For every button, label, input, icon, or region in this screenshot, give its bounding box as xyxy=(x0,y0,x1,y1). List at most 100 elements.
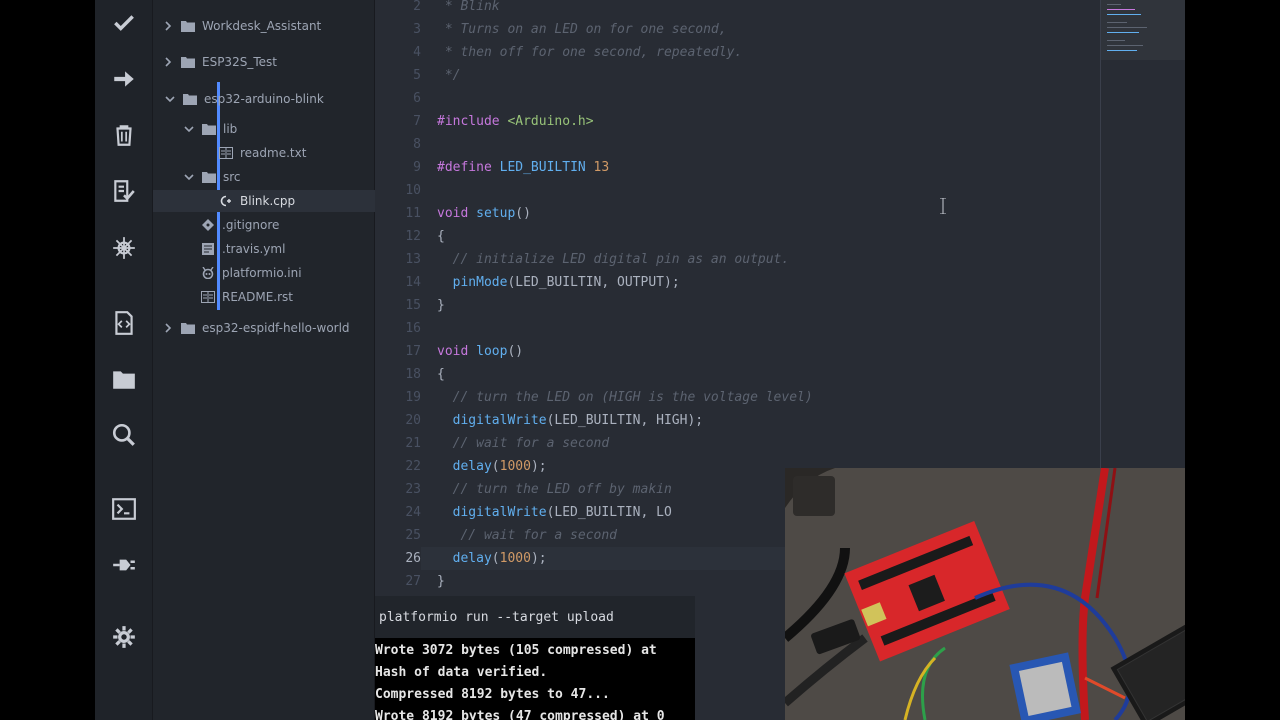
checklist-icon[interactable] xyxy=(109,176,139,206)
code-line[interactable]: { xyxy=(437,363,445,386)
tree-item-label: .gitignore xyxy=(222,218,280,232)
ide-window: Workdesk_Assistant ESP32S_Test esp32-ard… xyxy=(95,0,1185,720)
book-icon xyxy=(201,291,215,303)
chevron-down-icon xyxy=(184,124,194,134)
platformio-icon[interactable] xyxy=(109,233,139,263)
line-number: 9 xyxy=(413,160,421,175)
line-number: 4 xyxy=(413,45,421,60)
code-line[interactable]: void loop() xyxy=(437,340,523,363)
plug-icon[interactable] xyxy=(109,550,139,580)
code-line[interactable]: * then off for one second, repeatedly. xyxy=(437,41,742,64)
code-line[interactable]: * Turns on an LED on for one second, xyxy=(437,18,727,41)
tree-item-src[interactable]: src xyxy=(153,166,375,188)
code-line[interactable]: delay(1000); xyxy=(437,455,547,478)
terminal-icon[interactable] xyxy=(109,494,139,524)
line-number: 10 xyxy=(405,183,421,198)
file-text-icon xyxy=(201,243,215,255)
line-number: 8 xyxy=(413,137,421,152)
tree-item-blink-cpp[interactable]: Blink.cpp xyxy=(153,190,375,212)
code-line[interactable]: { xyxy=(437,225,445,248)
line-number: 17 xyxy=(405,344,421,359)
line-number: 15 xyxy=(405,298,421,313)
chevron-right-icon xyxy=(163,57,173,67)
folder-icon xyxy=(183,93,197,105)
minimap-line xyxy=(1107,9,1135,10)
platformio-alien-icon xyxy=(201,267,215,279)
line-number: 13 xyxy=(405,252,421,267)
tree-item-label: .travis.yml xyxy=(222,242,286,256)
code-line[interactable]: // wait for a second xyxy=(437,524,617,547)
line-number: 7 xyxy=(413,114,421,129)
tree-item-readme-txt[interactable]: readme.txt xyxy=(153,142,375,164)
line-number: 25 xyxy=(405,528,421,543)
minimap-line xyxy=(1107,27,1147,28)
code-line[interactable]: } xyxy=(437,294,445,317)
line-number: 27 xyxy=(405,574,421,589)
line-number: 21 xyxy=(405,436,421,451)
tree-item-label: platformio.ini xyxy=(222,266,302,280)
check-icon[interactable] xyxy=(109,8,139,38)
line-number: 14 xyxy=(405,275,421,290)
minimap-line xyxy=(1107,4,1121,5)
gear-icon[interactable] xyxy=(109,622,139,652)
code-line[interactable]: delay(1000); xyxy=(437,547,547,570)
activity-bar xyxy=(95,0,153,720)
minimap[interactable] xyxy=(1100,0,1185,470)
chevron-right-icon xyxy=(163,21,173,31)
code-line[interactable]: void setup() xyxy=(437,202,531,225)
arrow-right-icon[interactable] xyxy=(109,64,139,94)
tree-item-travis-yml[interactable]: .travis.yml xyxy=(153,238,375,260)
line-number: 2 xyxy=(413,0,421,14)
terminal-output-line: Wrote 8192 bytes (47 compressed) at 0 xyxy=(375,709,665,720)
code-line[interactable]: // initialize LED digital pin as an outp… xyxy=(437,248,790,271)
terminal-output-line: Wrote 3072 bytes (105 compressed) at xyxy=(375,643,657,658)
code-line[interactable]: // turn the LED off by makin xyxy=(437,478,672,501)
line-number: 19 xyxy=(405,390,421,405)
folder-icon xyxy=(202,171,216,183)
tree-item-label: lib xyxy=(223,122,238,136)
webcam-overlay xyxy=(785,468,1185,720)
tree-item-gitignore[interactable]: .gitignore xyxy=(153,214,375,236)
code-line[interactable]: // turn the LED on (HIGH is the voltage … xyxy=(437,386,813,409)
tree-item-workdesk-assistant[interactable]: Workdesk_Assistant xyxy=(153,15,375,37)
tree-item-esp32-arduino-blink[interactable]: esp32-arduino-blink xyxy=(153,88,375,110)
code-line[interactable]: } xyxy=(437,570,445,593)
tree-item-label: esp32-arduino-blink xyxy=(204,92,324,106)
minimap-line xyxy=(1107,32,1139,33)
folder-icon[interactable] xyxy=(109,364,139,394)
search-icon[interactable] xyxy=(109,420,139,450)
code-line[interactable]: digitalWrite(LED_BUILTIN, LO xyxy=(437,501,672,524)
terminal-command: platformio run --target upload xyxy=(375,596,695,638)
line-number: 16 xyxy=(405,321,421,336)
code-line[interactable]: pinMode(LED_BUILTIN, OUTPUT); xyxy=(437,271,680,294)
tree-item-readme-rst[interactable]: README.rst xyxy=(153,286,375,308)
hardware-photo xyxy=(785,468,1185,720)
git-icon xyxy=(201,219,215,231)
tree-item-label: esp32-espidf-hello-world xyxy=(202,321,350,335)
tree-item-label: Blink.cpp xyxy=(240,194,296,208)
trash-icon[interactable] xyxy=(109,120,139,150)
code-line[interactable]: * Blink xyxy=(437,0,500,18)
folder-icon xyxy=(181,56,195,68)
book-icon xyxy=(219,147,233,159)
line-number: 24 xyxy=(405,505,421,520)
line-number: 11 xyxy=(405,206,421,221)
tree-item-label: ESP32S_Test xyxy=(202,55,277,69)
tree-item-label: src xyxy=(223,170,241,184)
code-file-icon[interactable] xyxy=(109,308,139,338)
line-number: 3 xyxy=(413,22,421,37)
code-line[interactable]: digitalWrite(LED_BUILTIN, HIGH); xyxy=(437,409,703,432)
tree-item-label: README.rst xyxy=(222,290,294,304)
terminal-panel[interactable]: platformio run --target upload Wrote 307… xyxy=(375,596,695,720)
tree-item-platformio-ini[interactable]: platformio.ini xyxy=(153,262,375,284)
tree-item-esp32-espidf-hello-world[interactable]: esp32-espidf-hello-world xyxy=(153,317,375,339)
tree-item-lib[interactable]: lib xyxy=(153,118,375,140)
folder-icon xyxy=(181,20,195,32)
code-line[interactable]: */ xyxy=(437,64,461,87)
code-line[interactable]: #include <Arduino.h> xyxy=(437,110,594,133)
code-line[interactable]: // wait for a second xyxy=(437,432,610,455)
text-cursor-icon xyxy=(940,198,946,214)
chevron-down-icon xyxy=(184,172,194,182)
tree-item-esp32s-test[interactable]: ESP32S_Test xyxy=(153,51,375,73)
code-line[interactable]: #define LED_BUILTIN 13 xyxy=(437,156,609,179)
